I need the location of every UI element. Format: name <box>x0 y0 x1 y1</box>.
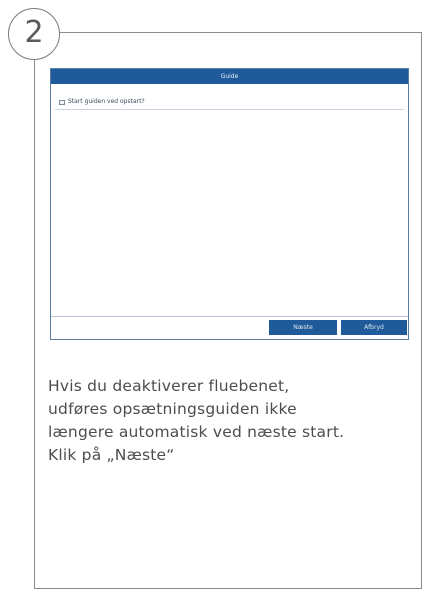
step-number-badge: 2 <box>8 8 60 60</box>
dialog-separator <box>55 109 404 110</box>
start-guide-option[interactable]: Start guiden ved opstart? <box>59 99 145 105</box>
step-caption: Hvis du deaktiverer fluebenet, udføres o… <box>48 375 408 467</box>
caption-line: udføres opsætningsguiden ikke <box>48 400 297 418</box>
caption-line: Hvis du deaktiverer fluebenet, <box>48 377 290 395</box>
cancel-button[interactable]: Afbryd <box>341 320 407 335</box>
dialog-footer: Næste Afbryd <box>51 316 408 339</box>
next-button[interactable]: Næste <box>269 320 337 335</box>
caption-line: Klik på „Næste“ <box>48 446 175 464</box>
dialog-title-bar: Guide <box>51 69 408 84</box>
caption-line: længere automatisk ved næste start. <box>48 423 345 441</box>
guide-dialog-screenshot: Guide Start guiden ved opstart? Næste Af… <box>50 68 409 340</box>
start-guide-checkbox-label: Start guiden ved opstart? <box>68 98 145 105</box>
manual-page: 2 Guide Start guiden ved opstart? Næste … <box>0 0 426 595</box>
start-guide-checkbox[interactable] <box>59 99 65 105</box>
dialog-title: Guide <box>220 72 239 80</box>
step-number: 2 <box>24 15 44 50</box>
